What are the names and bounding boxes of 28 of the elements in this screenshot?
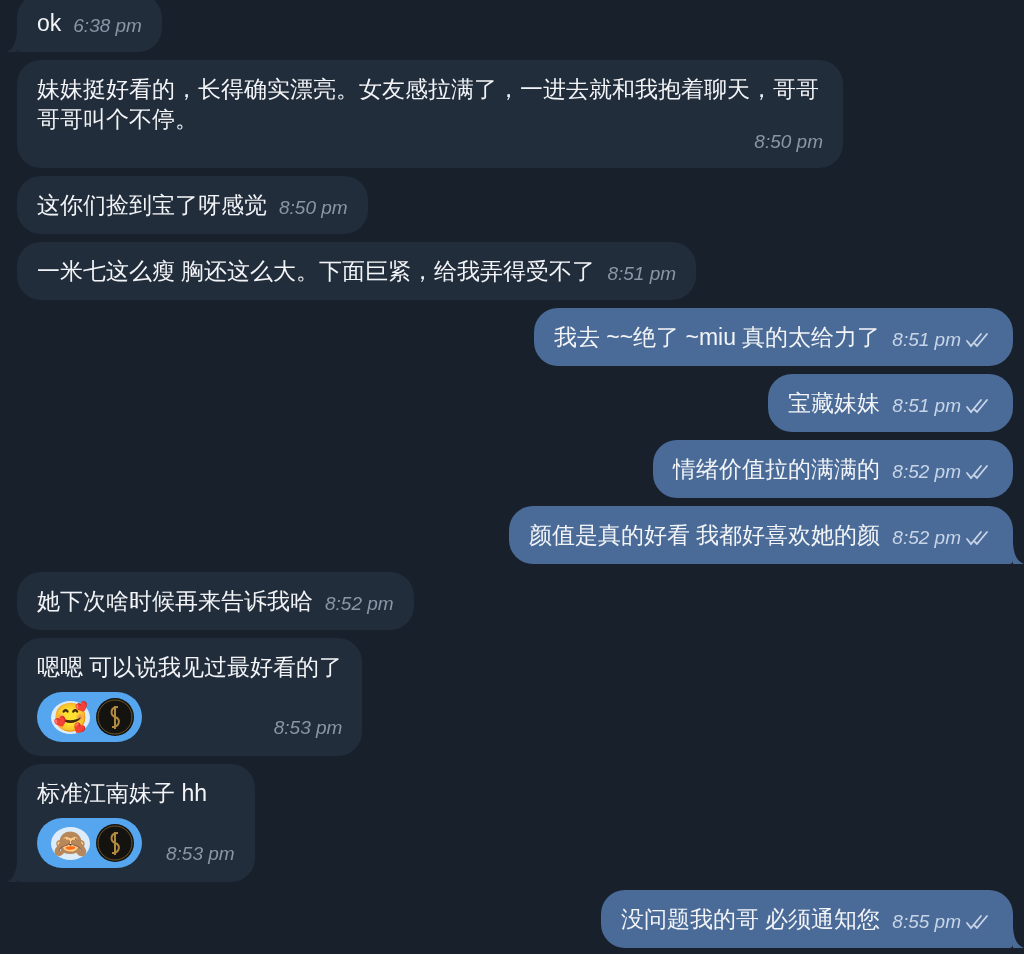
message-time: 8:51 pm (892, 394, 961, 418)
message-text: 颜值是真的好看 我都好喜欢她的颜 (528, 521, 881, 550)
message-time: 8:51 pm (607, 262, 677, 286)
message-text: 没问题我的哥 必须通知您 (620, 905, 881, 934)
avatar-icon (96, 698, 134, 736)
reaction-chip[interactable]: 🥰 (37, 692, 142, 742)
message-text: 一米七这么瘦 胸还这么大。下面巨紧，给我弄得受不了 (37, 257, 596, 286)
message-time: 8:55 pm (892, 910, 961, 934)
avatar-icon (96, 824, 134, 862)
message-time: 8:52 pm (892, 526, 961, 550)
message-time: 8:52 pm (325, 592, 394, 616)
reaction-emoji: 🥰 (51, 700, 90, 734)
message-text: 宝藏妹妹 (788, 389, 881, 418)
message-text: 她下次啥时候再来告诉我哈 (37, 587, 313, 616)
message-text: 标准江南妹子 hh (37, 779, 208, 808)
message-text: 嗯嗯 可以说我见过最好看的了 (37, 653, 343, 682)
message-time: 8:52 pm (892, 460, 961, 484)
message-time: 6:38 pm (73, 14, 142, 38)
reaction-chip[interactable]: 🙈 (37, 818, 142, 868)
message-text: 这你们捡到宝了呀感觉 (37, 191, 267, 220)
message-text: 我去 ~~绝了 ~miu 真的太给力了 (553, 323, 881, 352)
message-time: 8:51 pm (892, 328, 961, 352)
message-text: ok (37, 9, 62, 38)
message-time: 8:53 pm (166, 842, 235, 866)
message-time: 8:50 pm (279, 196, 348, 220)
message-time: 8:53 pm (273, 716, 343, 740)
reaction-emoji: 🙈 (51, 826, 90, 860)
message-text: 情绪价值拉的满满的 (673, 455, 881, 484)
